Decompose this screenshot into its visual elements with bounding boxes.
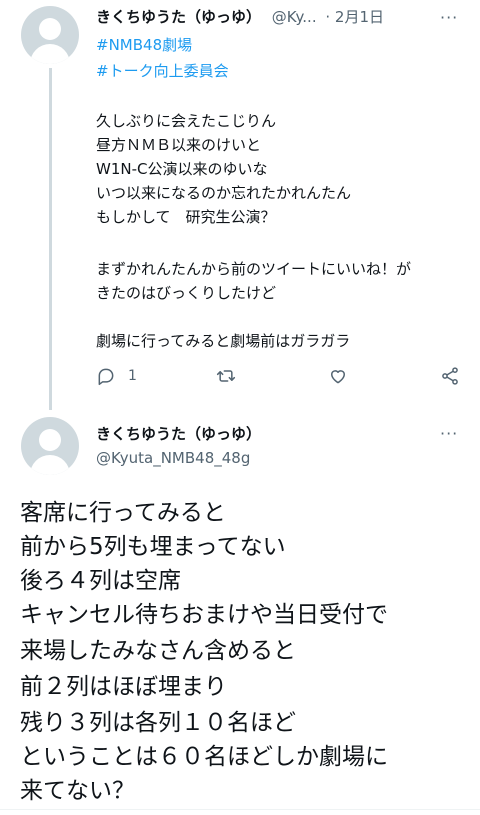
avatar-head-shape (39, 18, 61, 40)
tweet-header: きくちゆうた（ゆっゆ） @Ky... · 2月1日 (96, 6, 466, 30)
tweet-body-line: キャンセル待ちおまけや当日受付で (20, 602, 388, 628)
user-handle[interactable]: @Kyuta_NMB48_48g (96, 449, 250, 467)
reply-icon (98, 368, 114, 386)
more-options-icon[interactable]: ··· (440, 424, 458, 443)
hashtag-link[interactable]: #トーク向上委員会 (96, 60, 229, 81)
avatar-body-shape (30, 455, 70, 475)
tweet-text-line: 久しぶりに会えたこじりん (96, 112, 277, 130)
user-handle[interactable]: @Ky... (272, 8, 317, 26)
tweet-text-line: 劇場に行ってみると劇場前はガラガラ (96, 332, 351, 350)
avatar[interactable] (21, 417, 79, 475)
tweet-body-line: 前２列はほぼ埋まり (20, 674, 227, 700)
retweet-icon (216, 370, 236, 382)
more-options-icon[interactable]: ··· (440, 8, 458, 27)
heart-icon (331, 370, 345, 384)
display-name[interactable]: きくちゆうた（ゆっゆ） (96, 8, 261, 26)
tweet-action-bar: 1 (96, 366, 466, 390)
tweet-text-line: もしかして 研究生公演？ (96, 208, 276, 226)
avatar-head-shape (39, 429, 61, 451)
avatar[interactable] (21, 6, 79, 64)
share-button[interactable] (440, 366, 460, 386)
reply-count: 1 (128, 368, 137, 384)
tweet-text-line: W1N-C公演以来のゆいな (96, 160, 268, 178)
tweet-text-line: 昼方ＮＭＢ以来のけいと (96, 136, 262, 154)
reply-button[interactable]: 1 (96, 366, 137, 386)
hashtag-link[interactable]: #NMB48劇場 (96, 34, 192, 55)
display-name[interactable]: きくちゆうた（ゆっゆ） (96, 423, 261, 444)
tweet-body-line: 残り３列は各列１０名ほど (20, 710, 296, 736)
tweet-body-line: 来場したみなさん含めると (20, 638, 296, 664)
tweet-text-line: きたのはびっくりしたけど (96, 284, 277, 302)
retweet-button[interactable] (216, 366, 236, 386)
tweet-body-line: 後ろ４列は空席 (20, 568, 181, 594)
tweet-text-line: いつ以来になるのか忘れたかれんたん (96, 184, 352, 202)
tweet-body-line: ということは６０名ほどしか劇場に (20, 744, 388, 770)
tweet-text-line: まずかれんたんから前のツイートにいいね！が (96, 260, 412, 278)
share-icon (442, 367, 458, 385)
tweet-body-line: 来てない？ (20, 778, 135, 804)
tweet-body-line: 前から5列も埋まってない (20, 534, 286, 560)
like-button[interactable] (328, 366, 348, 386)
tweet-date[interactable]: · 2月1日 (325, 8, 384, 26)
avatar-body-shape (30, 44, 70, 64)
divider (0, 809, 480, 810)
tweet-body-line: 客席に行ってみると (20, 500, 226, 526)
thread-connector-line (49, 68, 52, 410)
